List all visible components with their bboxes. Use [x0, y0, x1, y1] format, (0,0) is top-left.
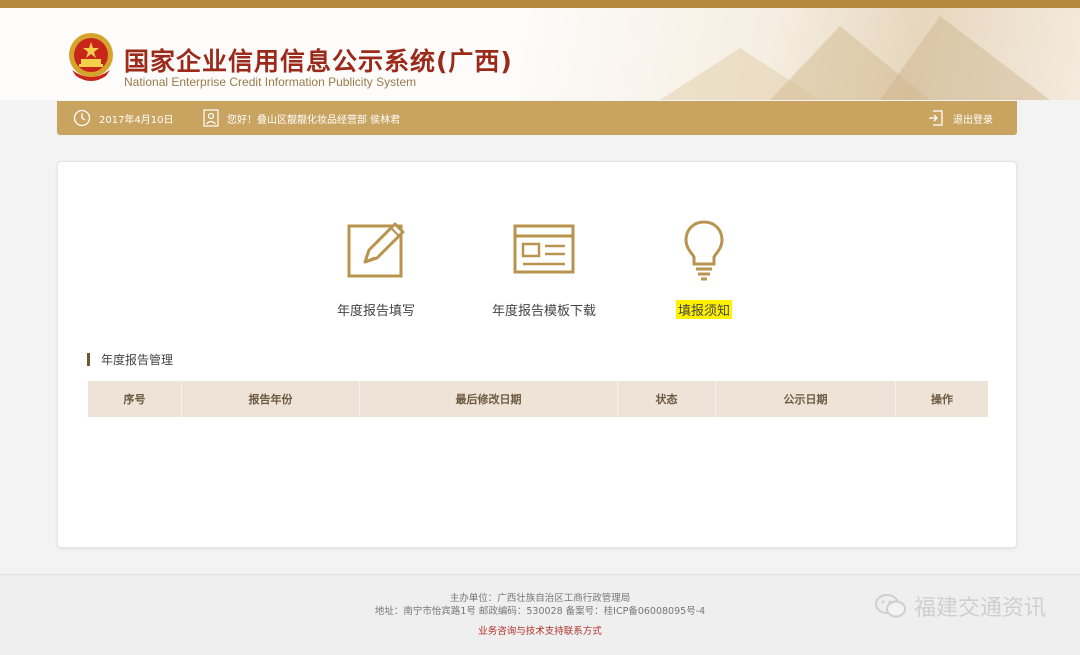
logout-icon	[929, 110, 943, 126]
column-header: 状态	[618, 381, 716, 417]
user-info-bar: 2017年4月10日 您好！叠山区靓靓化妆品经营部 侯林君 退出登录	[57, 101, 1017, 135]
lightbulb-icon	[684, 220, 724, 281]
section-title-text: 年度报告管理	[101, 352, 174, 367]
logout-label: 退出登录	[953, 114, 993, 126]
national-emblem-icon	[69, 33, 113, 81]
footer-support-link[interactable]: 业务咨询与技术支持联系方式	[0, 623, 1080, 637]
report-table-header: 序号 报告年份 最后修改日期 状态 公示日期 操作	[88, 381, 988, 417]
wechat-icon	[874, 594, 906, 618]
mountain-banner-image	[520, 8, 1080, 100]
wechat-watermark: 福建交通资讯	[874, 590, 1046, 622]
pencil-edit-icon	[347, 222, 405, 278]
greeting-text: 您好！叠山区靓靓化妆品经营部 侯林君	[227, 114, 401, 126]
section-marker	[87, 352, 90, 366]
site-title: 国家企业信用信息公示系统(广西)	[124, 47, 513, 76]
column-header: 操作	[931, 393, 953, 406]
column-header: 序号	[88, 381, 182, 417]
top-accent-strip	[0, 0, 1080, 8]
section-heading: 年度报告管理	[87, 352, 174, 367]
logout-button[interactable]: 退出登录	[927, 101, 993, 135]
action-label: 年度报告模板下载	[491, 304, 596, 319]
site-header: 国家企业信用信息公示系统(广西) National Enterprise Cre…	[0, 8, 1080, 100]
user-greeting: 您好！叠山区靓靓化妆品经营部 侯林君	[203, 101, 400, 135]
main-panel: 年度报告填写 年度报告模板下载 填报须知 年度报告管理 序号 报告年份 最后修改…	[57, 161, 1017, 548]
filing-instructions-button[interactable]: 填报须知	[629, 214, 779, 319]
column-header: 公示日期	[716, 381, 896, 417]
site-subtitle: National Enterprise Credit Information P…	[124, 75, 417, 89]
action-label: 填报须知	[675, 300, 732, 319]
clock-icon	[73, 109, 91, 127]
user-icon	[203, 109, 219, 127]
column-header: 最后修改日期	[360, 381, 618, 417]
annual-report-fill-button[interactable]: 年度报告填写	[301, 214, 451, 319]
action-label: 年度报告填写	[336, 304, 415, 319]
date-display: 2017年4月10日	[73, 101, 174, 135]
column-header: 报告年份	[182, 381, 360, 417]
current-date: 2017年4月10日	[99, 114, 174, 126]
template-download-button[interactable]: 年度报告模板下载	[469, 214, 619, 319]
watermark-text: 福建交通资讯	[913, 596, 1046, 621]
template-download-icon	[513, 224, 575, 274]
